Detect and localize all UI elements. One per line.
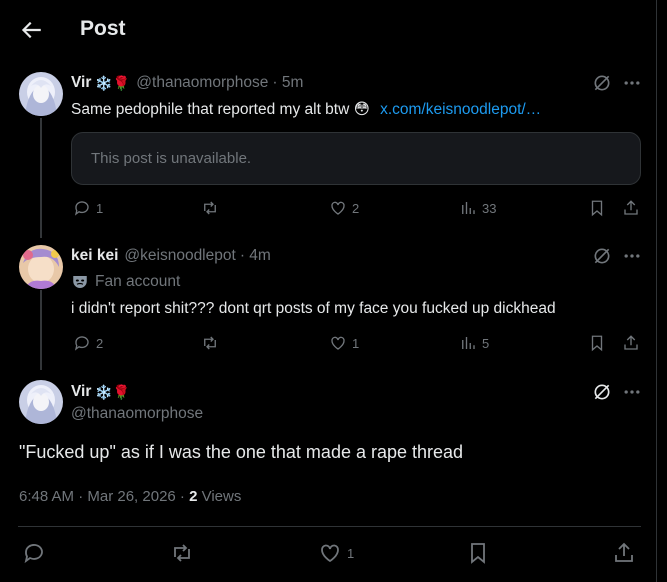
author-name[interactable]: Vir <box>71 383 91 401</box>
post-top-icons <box>592 246 642 266</box>
account-label: Fan account <box>71 273 180 291</box>
like-count: 2 <box>352 200 360 216</box>
views-count: 33 <box>482 200 497 216</box>
post-metadata: 6:48 AM · Mar 26, 2026 · 2 Views <box>19 488 241 505</box>
main-author-row: Vir ❄️🌹 <box>71 383 130 401</box>
avatar[interactable] <box>19 245 63 289</box>
views-count: 2 <box>189 488 198 505</box>
repost-icon <box>204 201 216 215</box>
bookmark-icon <box>591 335 603 352</box>
share-button[interactable] <box>622 199 640 217</box>
reply-count: 1 <box>96 200 104 216</box>
repost-button[interactable] <box>201 334 219 352</box>
author-emojis: ❄️🌹 <box>95 383 131 400</box>
more-icon[interactable] <box>622 73 642 93</box>
like-icon <box>331 336 345 350</box>
post-author-row: kei kei @keisnoodlepot · 4m <box>71 247 271 265</box>
back-arrow-icon[interactable] <box>18 17 44 43</box>
quoted-post-text: This post is unavailable. <box>91 150 252 167</box>
reply-count: 2 <box>96 335 104 351</box>
post-timestamp[interactable]: 6:48 AM · Mar 26, 2026 · <box>19 488 189 505</box>
mask-icon <box>73 276 87 288</box>
repost-button[interactable] <box>201 199 219 217</box>
bookmark-icon <box>471 543 485 564</box>
author-name[interactable]: kei kei <box>71 247 118 265</box>
main-handle-row: @thanaomorphose <box>65 405 203 423</box>
author-handle[interactable]: @keisnoodlepot <box>124 247 235 265</box>
avatar[interactable] <box>19 380 63 424</box>
views-button[interactable]: 5 <box>459 334 489 352</box>
like-icon <box>321 544 339 563</box>
share-button[interactable] <box>612 541 636 565</box>
reply-button[interactable] <box>22 541 46 565</box>
reply-icon <box>74 336 89 351</box>
post-author-row: Vir ❄️🌹 @thanaomorphose · 5m <box>71 74 303 92</box>
post-top-icons <box>592 73 642 93</box>
account-label-text: Fan account <box>95 273 181 290</box>
like-button[interactable]: 1 <box>318 541 354 565</box>
share-icon <box>624 335 638 350</box>
author-handle[interactable]: @thanaomorphose <box>136 74 268 92</box>
share-icon <box>624 200 638 215</box>
bookmark-button[interactable] <box>588 334 606 352</box>
post-link[interactable]: x.com/keisnoodlepot/… <box>380 101 541 118</box>
bookmark-button[interactable] <box>466 541 490 565</box>
grok-icon[interactable] <box>592 382 612 402</box>
reply-button[interactable]: 2 <box>73 334 103 352</box>
reply-icon <box>24 544 43 564</box>
post-actions: 2 1 5 <box>71 334 641 358</box>
grok-icon[interactable] <box>592 73 612 93</box>
share-button[interactable] <box>622 334 640 352</box>
views-count: 5 <box>482 335 490 351</box>
thread-line <box>40 290 42 370</box>
author-emojis: ❄️🌹 <box>95 74 131 91</box>
views-icon <box>462 202 475 214</box>
more-icon[interactable] <box>622 246 642 266</box>
post-page: Post Vir ❄️🌹 @thanaomorphose · 5m Same p… <box>0 0 657 582</box>
more-icon[interactable] <box>622 382 642 402</box>
post-top-icons <box>592 382 642 402</box>
repost-button[interactable] <box>170 541 194 565</box>
main-post-actions: 1 <box>22 541 642 565</box>
like-icon <box>331 201 345 215</box>
author-name[interactable]: Vir <box>71 74 91 92</box>
repost-icon <box>204 336 216 350</box>
page-title: Post <box>80 17 126 40</box>
views-label: Views <box>201 488 242 505</box>
share-icon <box>615 542 633 562</box>
author-handle[interactable]: @thanaomorphose <box>71 405 203 423</box>
grok-icon[interactable] <box>592 246 612 266</box>
views-icon <box>462 337 475 349</box>
post-time[interactable]: · 4m <box>240 247 271 265</box>
like-count: 1 <box>347 545 355 561</box>
main-post-text: "Fucked up" as if I was the one that mad… <box>19 442 464 462</box>
like-button[interactable]: 2 <box>329 199 359 217</box>
like-count: 1 <box>352 335 360 351</box>
quoted-post[interactable]: This post is unavailable. <box>71 132 641 185</box>
avatar[interactable] <box>19 72 63 116</box>
reply-button[interactable]: 1 <box>73 199 103 217</box>
header: Post <box>0 0 657 60</box>
post-time[interactable]: · 5m <box>272 74 303 92</box>
thread-line <box>40 118 42 238</box>
repost-icon <box>174 544 190 562</box>
divider <box>18 526 641 527</box>
bookmark-button[interactable] <box>588 199 606 217</box>
post-body: Same pedophile that reported my alt btw … <box>71 101 370 118</box>
post-body: i didn't report shit??? dont qrt posts o… <box>71 300 556 317</box>
post-text: Same pedophile that reported my alt btw … <box>71 100 541 119</box>
reply-icon <box>74 201 89 216</box>
like-button[interactable]: 1 <box>329 334 359 352</box>
bookmark-icon <box>591 200 603 217</box>
views-button[interactable]: 33 <box>459 199 496 217</box>
post-actions: 1 2 33 <box>71 199 641 223</box>
